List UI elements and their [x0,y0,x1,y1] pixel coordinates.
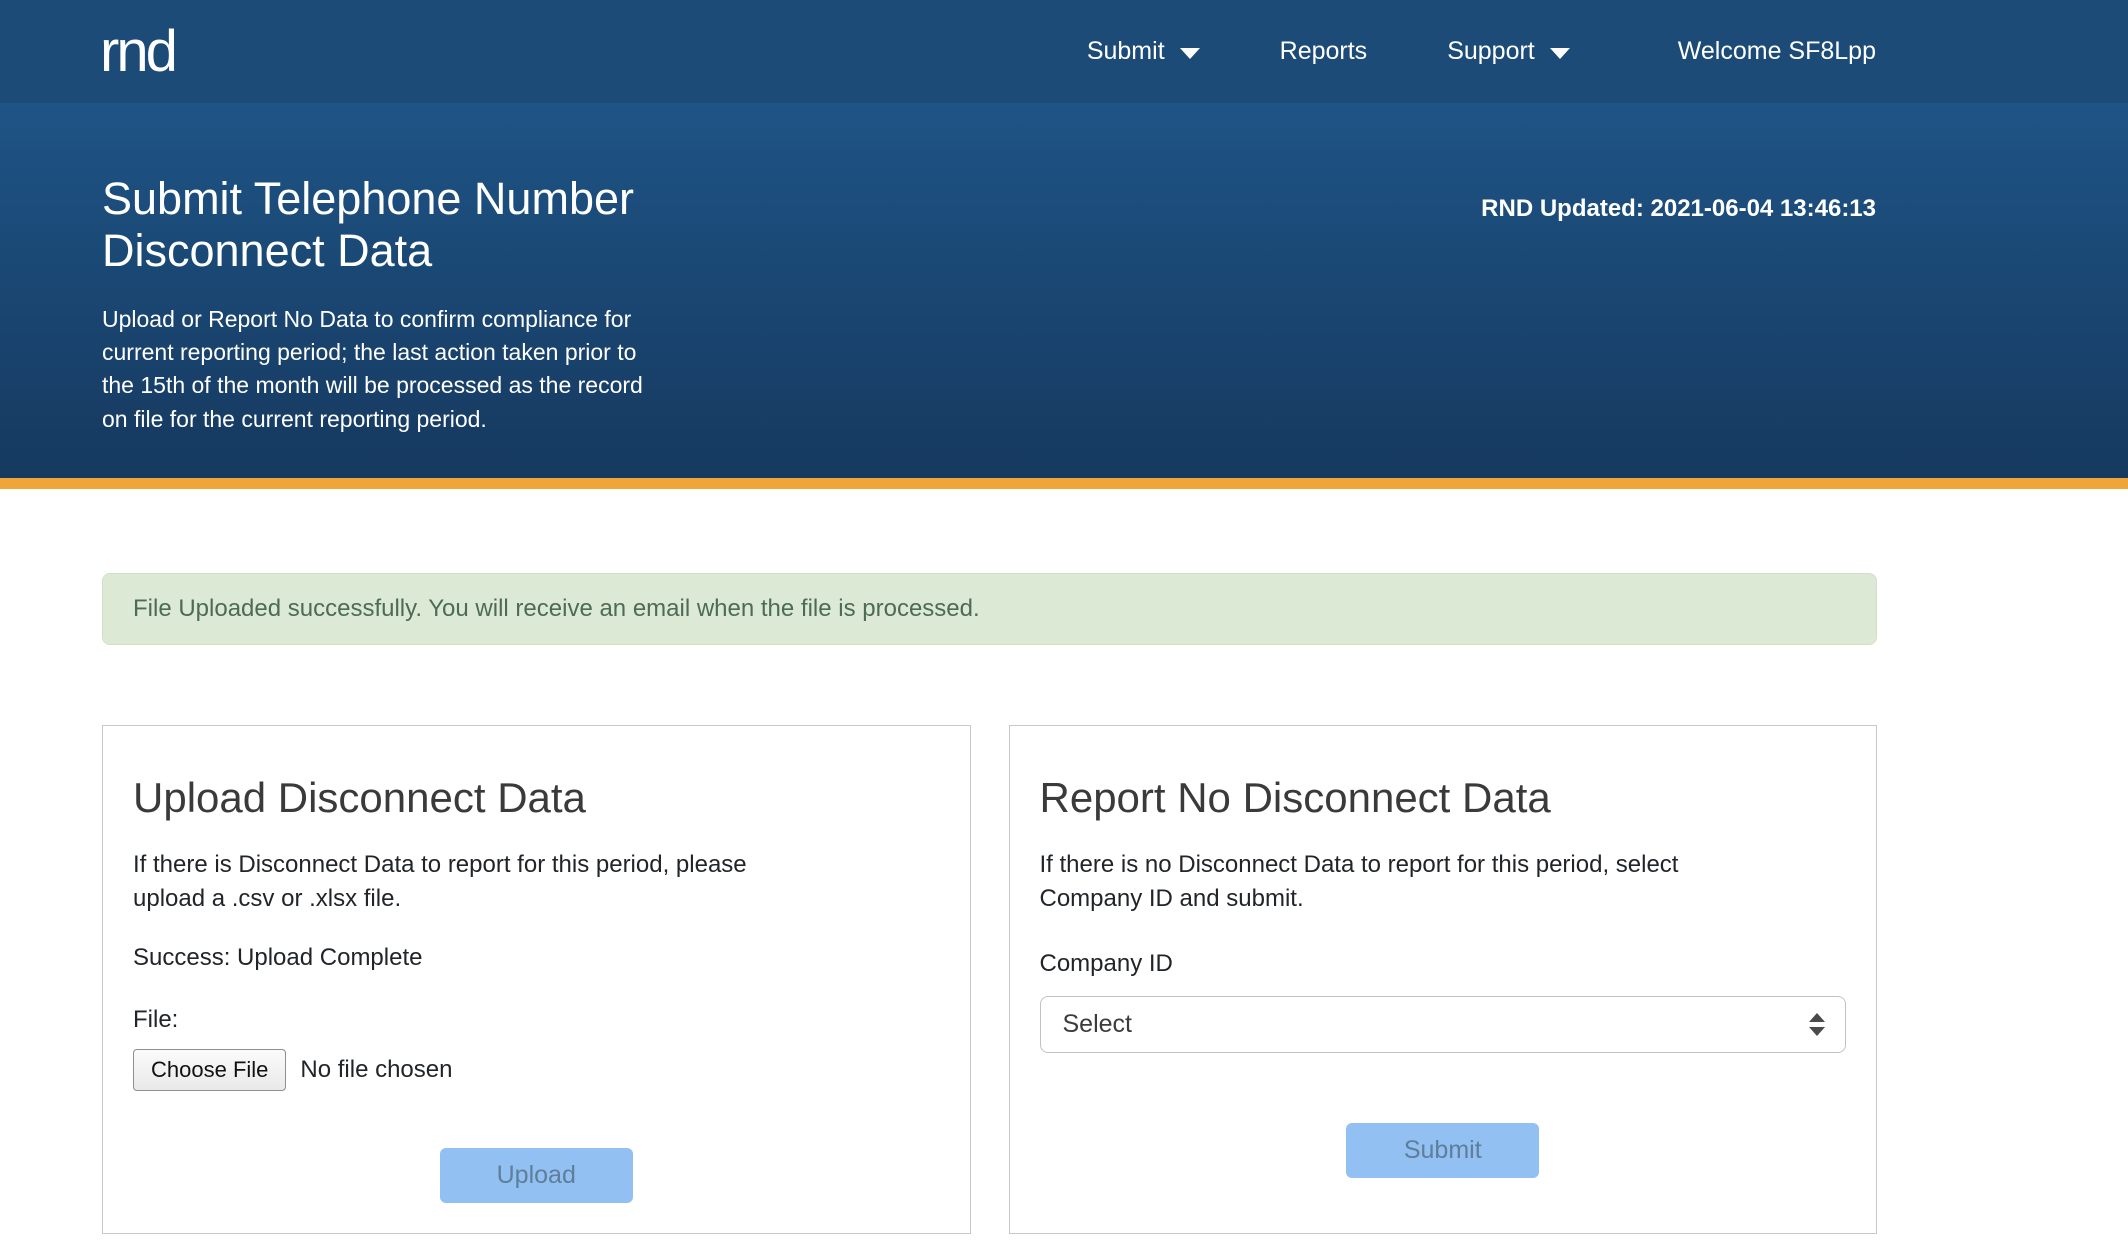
accent-divider [0,478,2128,489]
company-id-select-value: Select [1063,1010,1132,1039]
select-updown-arrows-icon [1809,1013,1825,1036]
report-card-title: Report No Disconnect Data [1040,774,1847,822]
company-id-select[interactable]: Select [1040,996,1847,1053]
main-nav: Submit Reports Support Welcome SF8Lpp [1087,37,1876,66]
nav-item-reports-label: Reports [1280,37,1368,66]
nav-item-support-label: Support [1447,37,1535,66]
page-title: Submit Telephone Number Disconnect Data [102,173,2026,277]
success-alert: File Uploaded successfully. You will rec… [102,573,1877,645]
nav-item-submit-label: Submit [1087,37,1165,66]
upload-disconnect-card: Upload Disconnect Data If there is Disco… [102,725,971,1234]
nav-item-submit[interactable]: Submit [1087,37,1200,66]
file-input: Choose File No file chosen [133,1048,940,1092]
rnd-updated-timestamp: RND Updated: 2021-06-04 13:46:13 [1481,195,1876,223]
company-id-label: Company ID [1040,950,1847,978]
hero-banner: Submit Telephone Number Disconnect Data … [0,103,2128,478]
nav-item-reports[interactable]: Reports [1280,37,1368,66]
upload-status-text: Success: Upload Complete [133,944,940,972]
no-file-chosen-text: No file chosen [300,1056,452,1084]
page-description: Upload or Report No Data to confirm comp… [102,303,2026,436]
main-content: File Uploaded successfully. You will rec… [0,489,2128,1234]
card-row: Upload Disconnect Data If there is Disco… [102,725,1877,1234]
rnd-logo[interactable]: rnd [100,18,175,85]
report-card-description: If there is no Disconnect Data to report… [1040,848,1847,916]
chevron-down-icon [1180,48,1200,59]
choose-file-button[interactable]: Choose File [133,1049,286,1091]
upload-card-title: Upload Disconnect Data [133,774,940,822]
welcome-user-text: Welcome SF8Lpp [1678,37,1876,66]
top-navbar: rnd Submit Reports Support Welcome SF8Lp… [0,0,2128,103]
submit-button[interactable]: Submit [1346,1123,1539,1178]
upload-button[interactable]: Upload [440,1148,633,1203]
report-no-data-card: Report No Disconnect Data If there is no… [1009,725,1878,1234]
upload-card-description: If there is Disconnect Data to report fo… [133,848,940,916]
file-label: File: [133,1006,940,1034]
nav-item-support[interactable]: Support [1447,37,1570,66]
chevron-down-icon [1550,48,1570,59]
